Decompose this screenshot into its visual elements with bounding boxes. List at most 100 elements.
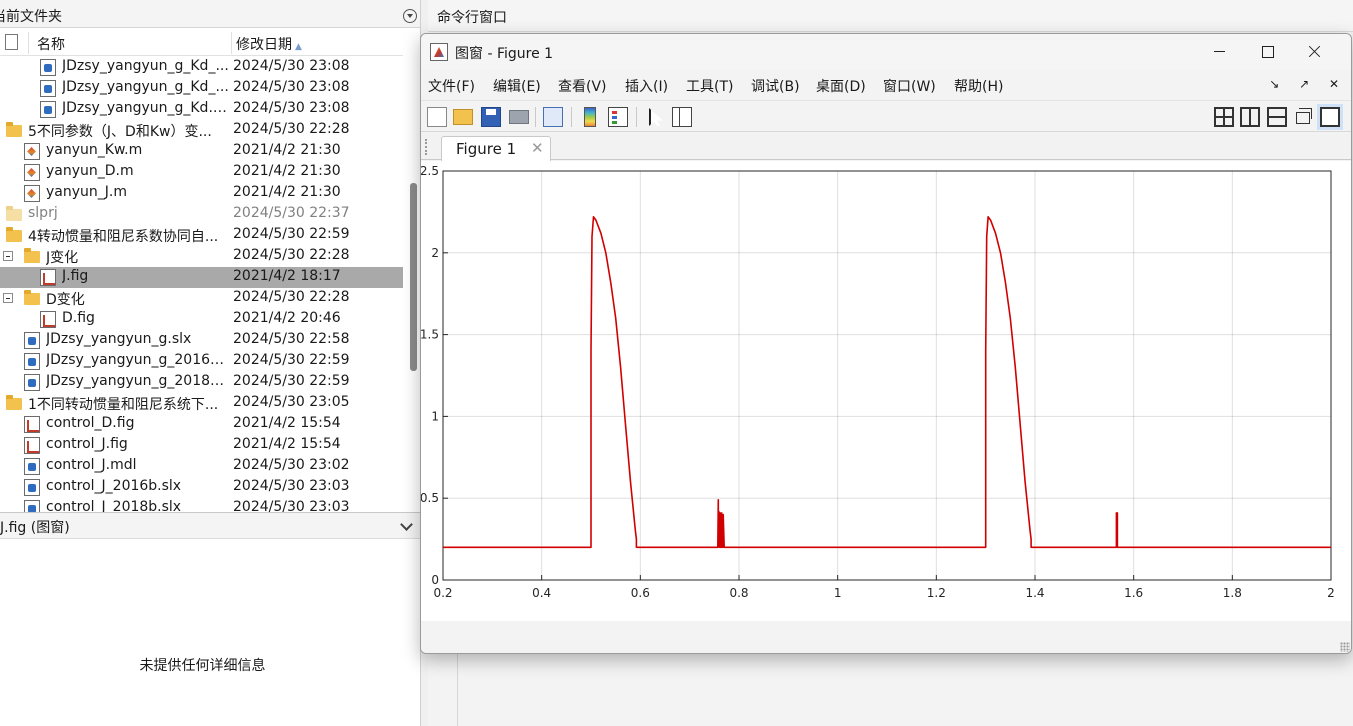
file-name: control_J.fig	[46, 436, 128, 452]
print-icon[interactable]	[509, 110, 529, 124]
file-date: 2024/5/30 23:03	[233, 499, 350, 512]
close-button[interactable]	[1299, 40, 1329, 64]
file-list-row[interactable]: 1不同转动惯量和阻尼系统下... 2024/5/30 23:05	[0, 393, 403, 414]
file-list-row[interactable]: JDzsy_yangyun_g_2016b... 2024/5/30 22:59	[0, 351, 403, 372]
file-date: 2024/5/30 22:58	[233, 331, 350, 347]
file-list-row[interactable]: 5不同参数（J、D和Kw）变... 2024/5/30 22:28	[0, 120, 403, 141]
fig-file-icon	[24, 416, 40, 433]
file-date: 2021/4/2 20:46	[233, 310, 341, 326]
plot-area	[443, 171, 1331, 580]
tile-left-right-icon[interactable]	[1240, 107, 1260, 127]
menu-tools[interactable]: 工具(T)	[686, 76, 733, 96]
edit-plot-pointer-icon[interactable]	[649, 108, 663, 126]
file-list-row[interactable]: yanyun_Kw.m 2021/4/2 21:30	[0, 141, 403, 162]
file-date: 2021/4/2 21:30	[233, 184, 341, 200]
menu-debug[interactable]: 调试(B)	[751, 76, 800, 96]
menu-edit[interactable]: 编辑(E)	[493, 76, 541, 96]
figure-canvas[interactable]: 0.2 0.4 0.6 0.8 1 1.2 1.4 1.6 1.8 2 0 0.5 1 1.5 2 2.5	[421, 161, 1352, 621]
file-name: D变化	[46, 292, 85, 308]
file-list-row[interactable]: J变化 2024/5/30 22:28	[0, 246, 403, 267]
menu-view[interactable]: 查看(V)	[558, 76, 607, 96]
y-tick-label: 2	[431, 246, 439, 260]
file-date: 2024/5/30 22:28	[233, 121, 350, 137]
insert-colorbar-icon[interactable]	[584, 107, 596, 127]
open-file-icon[interactable]	[453, 109, 473, 125]
date-column-label: 修改日期	[236, 37, 292, 53]
new-figure-icon[interactable]	[427, 107, 447, 127]
file-list-row[interactable]: JDzsy_yangyun_g_2018b... 2024/5/30 22:59	[0, 372, 403, 393]
file-list-row[interactable]: control_J_2018b.slx 2024/5/30 23:03	[0, 498, 403, 512]
file-list-row[interactable]: control_J.mdl 2024/5/30 23:02	[0, 456, 403, 477]
file-list-row[interactable]: control_D.fig 2021/4/2 15:54	[0, 414, 403, 435]
file-date: 2021/4/2 21:30	[233, 142, 341, 158]
menu-desktop[interactable]: 桌面(D)	[816, 76, 866, 96]
slx-file-icon	[24, 479, 40, 496]
menu-insert[interactable]: 插入(I)	[625, 76, 668, 96]
name-column-header[interactable]: 名称	[37, 34, 65, 54]
file-list-row[interactable]: J.fig 2021/4/2 18:17	[0, 267, 403, 288]
file-date: 2024/5/30 23:02	[233, 457, 350, 473]
file-list-row[interactable]: D变化 2024/5/30 22:28	[0, 288, 403, 309]
m-file-icon	[24, 185, 40, 202]
maximize-tile-icon[interactable]	[1320, 107, 1340, 127]
file-date: 2024/5/30 23:03	[233, 478, 350, 494]
current-folder-panel: 当前文件夹 名称 修改日期▲ JDzsy_yangyun_g_Kd_...202…	[0, 0, 421, 726]
float-icon[interactable]	[1296, 108, 1312, 124]
file-name: 5不同参数（J、D和Kw）变...	[28, 124, 212, 140]
menu-window[interactable]: 窗口(W)	[883, 76, 936, 96]
slx-file-icon	[24, 500, 40, 512]
file-name: control_J_2018b.slx	[46, 499, 182, 512]
collapse-node-icon[interactable]	[3, 251, 13, 261]
x-tick-label: 0.8	[729, 586, 748, 600]
menu-file[interactable]: 文件(F)	[428, 76, 475, 96]
file-list-row[interactable]: JDzsy_yangyun_g.slx 2024/5/30 22:58	[0, 330, 403, 351]
file-date: 2024/5/30 23:08	[233, 79, 350, 95]
y-tick-label: 0.5	[421, 491, 439, 505]
collapse-node-icon[interactable]	[3, 293, 13, 303]
panel-actions-dropdown-icon[interactable]	[403, 9, 417, 23]
tab-close-icon[interactable]: ✕	[531, 139, 544, 157]
tab-figure-1[interactable]: Figure 1 ✕	[441, 136, 551, 161]
resize-grip-icon[interactable]	[1340, 642, 1350, 652]
figure-titlebar[interactable]: 图窗 - Figure 1	[421, 34, 1351, 70]
fig-file-icon	[24, 437, 40, 454]
link-plot-icon[interactable]	[543, 107, 563, 127]
file-list-scrollbar[interactable]	[410, 183, 417, 371]
minimize-button[interactable]	[1205, 40, 1235, 64]
save-icon[interactable]	[481, 107, 501, 127]
menu-help[interactable]: 帮助(H)	[954, 76, 1003, 96]
file-date: 2024/5/30 22:59	[233, 226, 350, 242]
property-inspector-icon[interactable]	[672, 107, 692, 127]
dock-undock-close-icons[interactable]: ↘ ↗ ✕	[1269, 77, 1347, 91]
file-name: JDzsy_yangyun_g_Kd.slx	[62, 100, 232, 116]
figure-toolbar	[421, 100, 1351, 132]
x-tick-label: 1.2	[927, 586, 946, 600]
tile-2x2-icon[interactable]	[1214, 107, 1234, 127]
file-name: JDzsy_yangyun_g_Kd_...	[62, 58, 229, 74]
file-list-row[interactable]: slprj 2024/5/30 22:37	[0, 204, 403, 225]
file-date: 2024/5/30 22:59	[233, 352, 350, 368]
file-list-row[interactable]: control_J.fig 2021/4/2 15:54	[0, 435, 403, 456]
maximize-button[interactable]	[1252, 40, 1282, 64]
file-list-row[interactable]: D.fig 2021/4/2 20:46	[0, 309, 403, 330]
file-type-column-icon[interactable]	[5, 34, 18, 50]
tab-label: Figure 1	[456, 140, 517, 158]
file-list-row[interactable]: JDzsy_yangyun_g_Kd_... 2024/5/30 23:08	[0, 57, 403, 78]
tile-top-bottom-icon[interactable]	[1267, 107, 1287, 127]
collapse-chevron-icon[interactable]	[400, 518, 413, 531]
file-name: 1不同转动惯量和阻尼系统下...	[28, 397, 219, 413]
line-plot[interactable]: 0.2 0.4 0.6 0.8 1 1.2 1.4 1.6 1.8 2 0 0.5 1 1.5 2 2.5	[421, 161, 1352, 621]
date-column-header[interactable]: 修改日期 ▲	[236, 34, 302, 54]
file-list-row[interactable]: 4转动惯量和阻尼系数协同自... 2024/5/30 22:59	[0, 225, 403, 246]
file-list-row[interactable]: yanyun_J.m 2021/4/2 21:30	[0, 183, 403, 204]
file-list-row[interactable]: yanyun_D.m 2021/4/2 21:30	[0, 162, 403, 183]
folder-icon	[6, 122, 22, 137]
insert-legend-icon[interactable]	[608, 107, 628, 127]
figure-window: 图窗 - Figure 1 文件(F) 编辑(E) 查看(V) 插入(I) 工具…	[420, 33, 1352, 654]
file-name: control_J_2016b.slx	[46, 478, 182, 494]
file-list-row[interactable]: control_J_2016b.slx 2024/5/30 23:03	[0, 477, 403, 498]
tab-grip-icon[interactable]	[425, 139, 427, 155]
file-list-row[interactable]: JDzsy_yangyun_g_Kd_... 2024/5/30 23:08	[0, 78, 403, 99]
file-list-row[interactable]: JDzsy_yangyun_g_Kd.slx 2024/5/30 23:08	[0, 99, 403, 120]
command-window-divider	[457, 650, 458, 726]
